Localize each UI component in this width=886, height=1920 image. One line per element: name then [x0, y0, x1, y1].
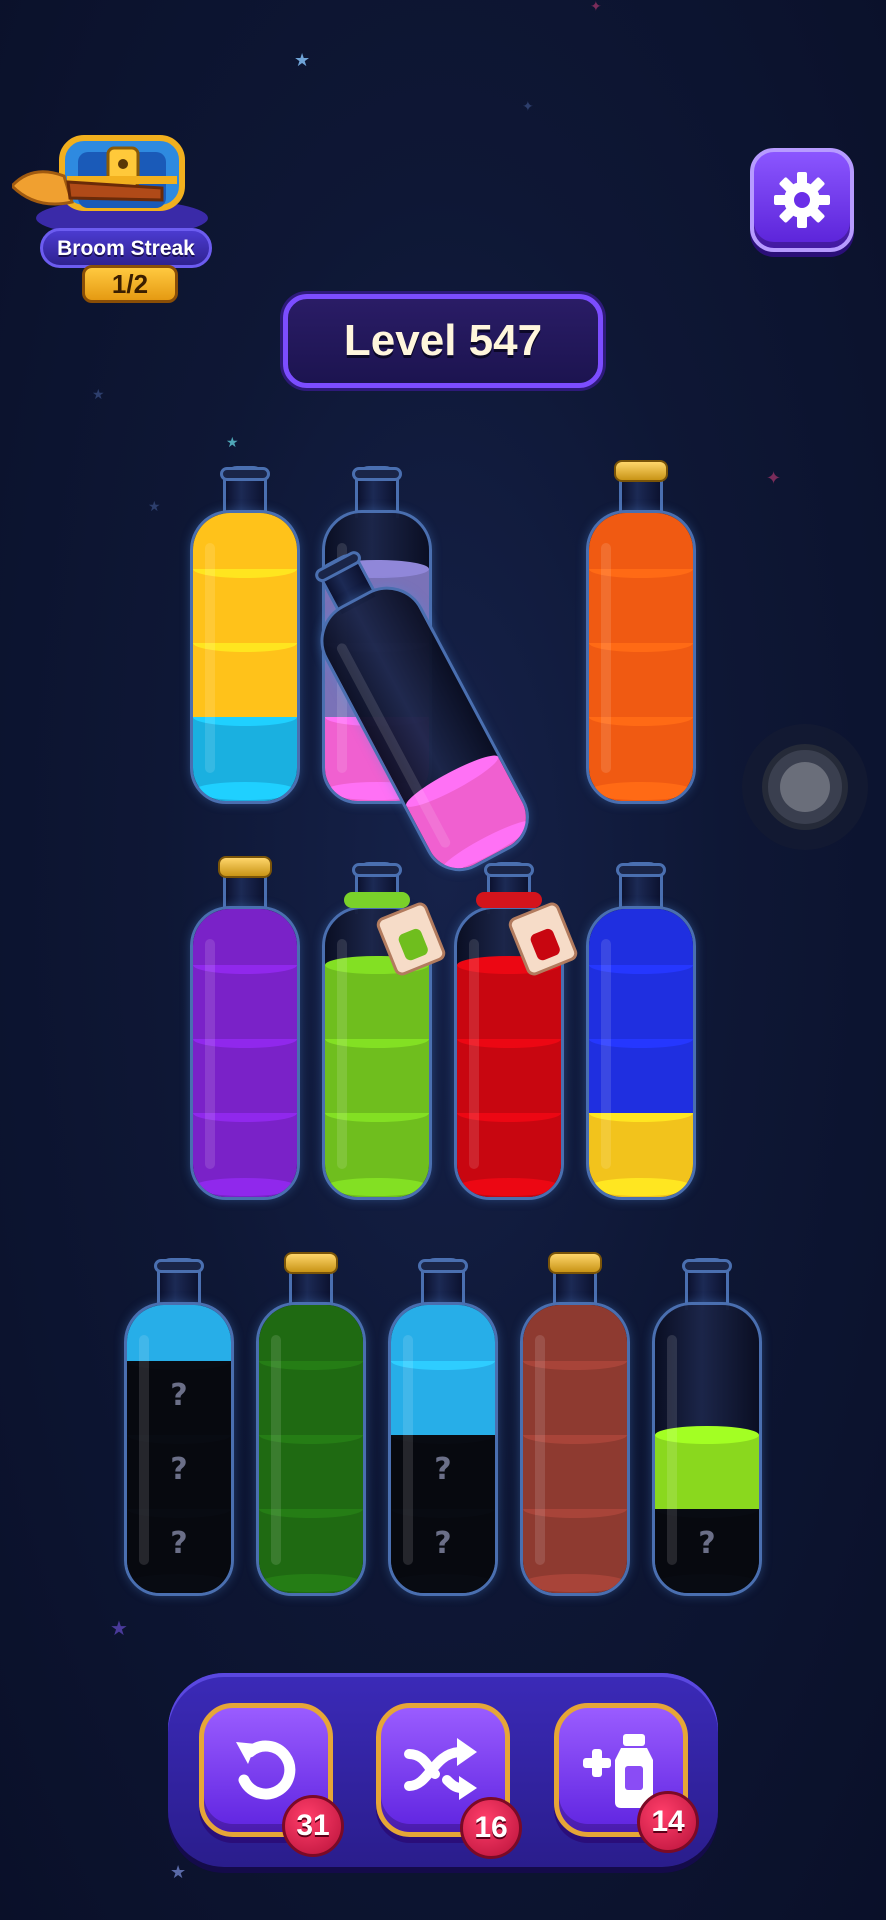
cork-cap-icon [284, 1252, 338, 1274]
broom-streak-label: Broom Streak [40, 228, 212, 268]
glass-shine [667, 1335, 677, 1565]
cork-cap-icon [218, 856, 272, 878]
glass-shine [139, 1335, 149, 1565]
gear-icon [774, 172, 830, 228]
star-decoration: ★ [110, 1616, 128, 1640]
bottle-row1-4[interactable] [586, 460, 696, 804]
glass-shine [271, 1335, 281, 1565]
liquid-base [655, 1583, 759, 1593]
bottle-row2-3[interactable] [454, 862, 580, 1200]
liquid-base [193, 791, 297, 801]
undo-count-badge: 31 [282, 1795, 344, 1857]
glass-shine [403, 1335, 413, 1565]
star-decoration: ★ [294, 50, 311, 71]
glass-shine [601, 543, 611, 773]
liquid-base [589, 791, 693, 801]
cork-cap-icon [548, 1252, 602, 1274]
star-decoration: ✦ [522, 99, 534, 115]
treasure-chest-icon [12, 135, 208, 236]
liquid-base [457, 1187, 561, 1197]
star-decoration: ✦ [590, 0, 602, 15]
glass-shine [469, 939, 479, 1169]
glass-shine [601, 939, 611, 1169]
glass-shine [535, 1335, 545, 1565]
liquid-base [127, 1583, 231, 1593]
bottle-body: ??? [124, 1302, 234, 1596]
joystick-knob[interactable] [762, 744, 848, 830]
shuffle-icon [404, 1738, 477, 1800]
glass-shine [205, 543, 215, 773]
liquid-base [589, 1187, 693, 1197]
bottle-body [256, 1302, 366, 1596]
bottle-body [520, 1302, 630, 1596]
bottle-row3-3[interactable]: ?? [388, 1258, 498, 1596]
bottle-body [190, 510, 300, 804]
cork-cap-icon [614, 460, 668, 482]
star-decoration: ✦ [766, 468, 782, 489]
liquid-base [259, 1583, 363, 1593]
bottle-row2-2[interactable] [322, 862, 448, 1200]
liquid-base [391, 1583, 495, 1593]
glass-shine [205, 939, 215, 1169]
undo-icon [236, 1740, 296, 1800]
liquid-base [523, 1583, 627, 1593]
bottle-row3-1[interactable]: ??? [124, 1258, 234, 1596]
star-decoration: ★ [148, 499, 161, 515]
bottle-body [586, 510, 696, 804]
broom-streak-badge[interactable]: Broom Streak 1/2 [12, 118, 212, 303]
broom-streak-count: 1/2 [82, 265, 178, 303]
bottle-body [190, 906, 300, 1200]
glass-shine [337, 939, 347, 1169]
rope-knot-icon [344, 892, 410, 908]
level-title: Level 547 [283, 294, 603, 388]
star-decoration: ★ [92, 387, 105, 403]
bottle-row2-1[interactable] [190, 856, 300, 1200]
bottle-row1-1[interactable] [190, 466, 300, 804]
bottle-body: ?? [388, 1302, 498, 1596]
rope-knot-icon [476, 892, 542, 908]
bottle-row3-4[interactable] [520, 1252, 630, 1596]
star-decoration: ★ [226, 435, 239, 451]
shuffle-count-badge: 16 [460, 1797, 522, 1859]
liquid-base [193, 1187, 297, 1197]
star-decoration: ★ [170, 1862, 187, 1883]
tag-jar-icon [396, 927, 430, 963]
bottle-row3-5[interactable]: ? [652, 1258, 762, 1596]
bottle-row3-2[interactable] [256, 1252, 366, 1596]
bottle-body: ? [652, 1302, 762, 1596]
tag-jar-icon [528, 927, 562, 963]
settings-button[interactable] [750, 148, 854, 252]
bottle-row2-4[interactable] [586, 862, 696, 1200]
add-bottle-count-badge: 14 [637, 1791, 699, 1853]
liquid-base [325, 1187, 429, 1197]
bottle-body [586, 906, 696, 1200]
